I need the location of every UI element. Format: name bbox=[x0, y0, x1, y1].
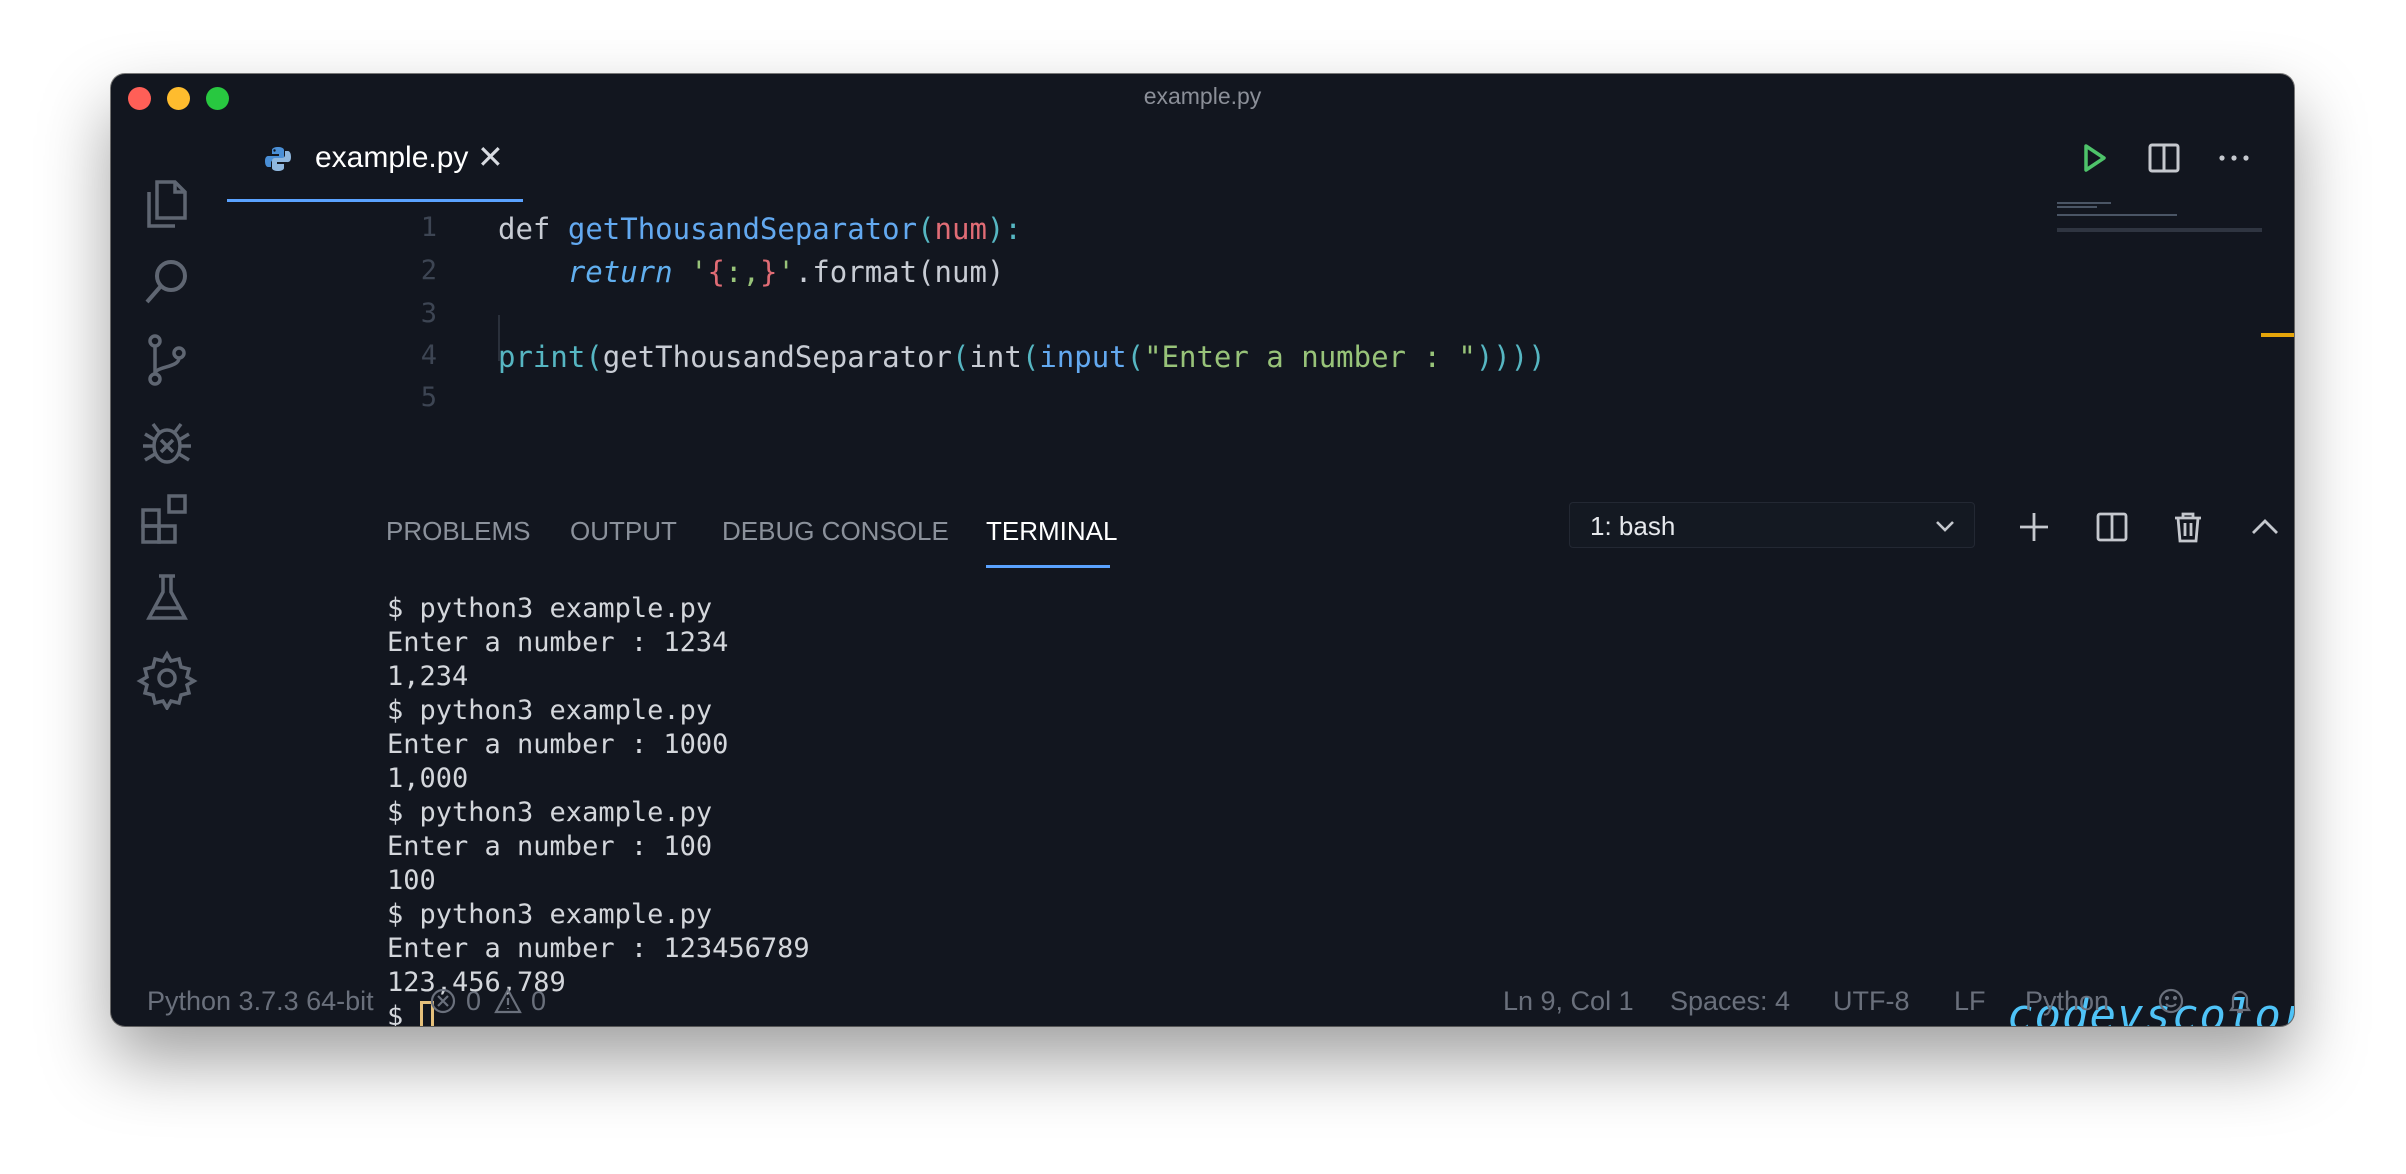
code-line: 4 print(getThousandSeparator(int(input("… bbox=[227, 340, 2127, 382]
activity-bar bbox=[111, 116, 223, 1006]
split-editor-icon[interactable] bbox=[2144, 138, 2184, 178]
terminal-line: Enter a number : 1000 bbox=[387, 729, 729, 760]
terminal-line: Enter a number : 100 bbox=[387, 831, 713, 862]
notifications-bell-icon[interactable] bbox=[2225, 986, 2255, 1016]
terminal-line: Enter a number : 123456789 bbox=[387, 933, 810, 964]
status-bar: Python 3.7.3 64-bit 0 0 Ln 9, Col 1 Spac… bbox=[111, 976, 2294, 1026]
files-icon[interactable] bbox=[135, 172, 199, 236]
vscode-window: example.py example.py ✕ 1 def getThousan… bbox=[111, 74, 2294, 1026]
title-bar: example.py bbox=[111, 74, 2294, 116]
minimap-line bbox=[2057, 214, 2177, 216]
python-interpreter[interactable]: Python 3.7.3 64-bit bbox=[147, 986, 374, 1017]
run-icon[interactable] bbox=[2074, 138, 2114, 178]
search-icon[interactable] bbox=[135, 250, 199, 314]
code-line: 1 def getThousandSeparator(num): bbox=[227, 212, 2127, 254]
window-title: example.py bbox=[1143, 83, 1262, 109]
terminal-line: $ python3 example.py bbox=[387, 797, 713, 828]
language-mode[interactable]: Python bbox=[2025, 986, 2109, 1017]
minimap[interactable] bbox=[2057, 200, 2277, 240]
terminal-output[interactable]: $ python3 example.py Enter a number : 12… bbox=[387, 592, 2187, 1026]
error-icon[interactable] bbox=[428, 986, 458, 1016]
cursor-position[interactable]: Ln 9, Col 1 bbox=[1503, 986, 1634, 1017]
tab-close-icon[interactable]: ✕ bbox=[477, 138, 504, 176]
line-number: 3 bbox=[420, 298, 437, 329]
python-file-icon bbox=[263, 144, 293, 174]
code-line: 5 bbox=[227, 382, 2127, 424]
feedback-smiley-icon[interactable] bbox=[2156, 986, 2186, 1016]
code-text: return '{:,}'.format(num) bbox=[567, 255, 1005, 289]
terminal-line: 1,234 bbox=[387, 661, 469, 692]
indentation[interactable]: Spaces: 4 bbox=[1670, 986, 1790, 1017]
tab-debug-console[interactable]: DEBUG CONSOLE bbox=[722, 516, 949, 547]
terminal-line: Enter a number : 1234 bbox=[387, 627, 729, 658]
warning-icon[interactable] bbox=[493, 986, 523, 1016]
terminal-line: 1,000 bbox=[387, 763, 469, 794]
plus-icon[interactable] bbox=[2015, 508, 2053, 546]
source-control-icon[interactable] bbox=[135, 327, 199, 391]
line-number: 5 bbox=[420, 382, 437, 413]
error-count[interactable]: 0 bbox=[466, 986, 481, 1017]
line-number: 4 bbox=[420, 340, 437, 371]
tab-output[interactable]: OUTPUT bbox=[570, 516, 677, 547]
minimap-line bbox=[2057, 206, 2097, 208]
terminal-select[interactable]: 1: bash bbox=[1569, 502, 1975, 548]
minimap-line bbox=[2057, 202, 2111, 204]
extensions-icon[interactable] bbox=[135, 486, 199, 550]
trash-icon[interactable] bbox=[2169, 508, 2207, 546]
scrollbar-marker bbox=[2261, 333, 2294, 337]
terminal-line: 100 bbox=[387, 865, 436, 896]
chevron-down-icon bbox=[1932, 513, 1958, 539]
line-number: 2 bbox=[420, 255, 437, 286]
terminal-select-value: 1: bash bbox=[1590, 511, 1676, 541]
more-icon[interactable] bbox=[2214, 138, 2254, 178]
tab-label: example.py bbox=[315, 141, 469, 174]
code-editor[interactable]: 1 def getThousandSeparator(num): 2 retur… bbox=[227, 202, 2127, 492]
maximize-chevron-up-icon[interactable] bbox=[2246, 508, 2284, 546]
terminal-line: $ python3 example.py bbox=[387, 899, 713, 930]
testing-icon[interactable] bbox=[135, 566, 199, 630]
split-terminal-icon[interactable] bbox=[2093, 508, 2131, 546]
active-tab-indicator bbox=[986, 565, 1110, 568]
minimap-slider[interactable] bbox=[2057, 228, 2262, 232]
tab-problems[interactable]: PROBLEMS bbox=[386, 516, 531, 547]
code-line: 2 return '{:,}'.format(num) bbox=[227, 255, 2127, 297]
line-number: 1 bbox=[420, 212, 437, 243]
code-text: print(getThousandSeparator(int(input("En… bbox=[498, 340, 1546, 374]
code-line: 3 bbox=[227, 298, 2127, 340]
end-of-line[interactable]: LF bbox=[1954, 986, 1986, 1017]
editor-tab-bar: example.py ✕ bbox=[227, 116, 2294, 202]
tab-terminal[interactable]: TERMINAL bbox=[986, 516, 1117, 547]
code-text: def getThousandSeparator(num): bbox=[498, 212, 1022, 246]
encoding[interactable]: UTF-8 bbox=[1833, 986, 1910, 1017]
tab-example-py[interactable]: example.py ✕ bbox=[227, 116, 523, 202]
terminal-line: $ python3 example.py bbox=[387, 695, 713, 726]
settings-gear-icon[interactable] bbox=[135, 646, 199, 712]
debug-icon[interactable] bbox=[135, 410, 199, 474]
terminal-line: $ python3 example.py bbox=[387, 593, 713, 624]
bottom-panel: PROBLEMS OUTPUT DEBUG CONSOLE TERMINAL 1… bbox=[227, 492, 2294, 1026]
warning-count[interactable]: 0 bbox=[531, 986, 546, 1017]
